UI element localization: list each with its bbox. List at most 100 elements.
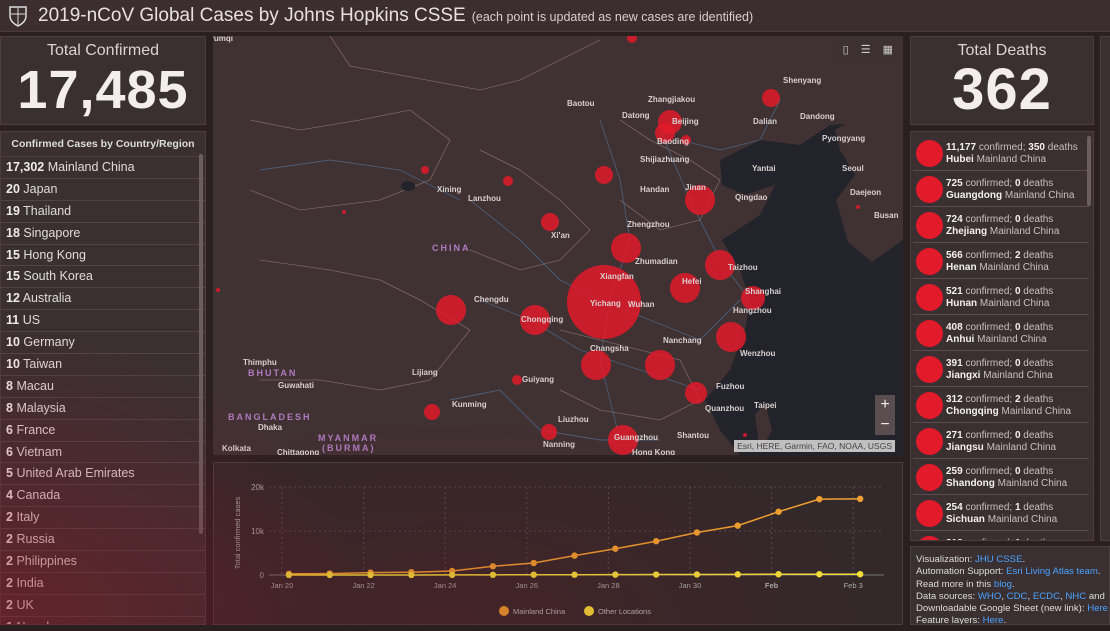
esri-link[interactable]: Esri Living Atlas team (1006, 566, 1098, 577)
country-list-item[interactable]: 15 South Korea (1, 266, 205, 289)
bookmark-icon[interactable]: ▯ (843, 43, 849, 56)
case-bubble[interactable] (627, 36, 637, 43)
deaths-list-item[interactable]: 259 confirmed; 0 deaths Shandong Mainland… (913, 459, 1089, 495)
data-point[interactable] (775, 508, 782, 515)
case-bubble[interactable] (856, 205, 860, 209)
deaths-list-item[interactable]: 254 confirmed; 1 deaths Sichuan Mainland … (913, 495, 1089, 531)
country-list-item[interactable]: 10 Taiwan (1, 354, 205, 376)
data-point[interactable] (816, 495, 823, 503)
city-label: Hangzhou (733, 306, 772, 315)
data-point[interactable] (734, 571, 741, 578)
case-bubble[interactable] (762, 89, 780, 107)
case-bubble[interactable] (743, 433, 747, 437)
who-link[interactable]: WHO (978, 591, 1001, 602)
deaths-list-item[interactable]: 724 confirmed; 0 deaths Zhejiang Mainland… (913, 207, 1089, 243)
data-point[interactable] (326, 571, 333, 579)
data-point[interactable] (489, 563, 497, 570)
country-list-item[interactable]: 15 Hong Kong (1, 245, 205, 267)
data-point[interactable] (856, 570, 864, 578)
cdc-link[interactable]: CDC (1007, 591, 1028, 602)
case-bubble[interactable] (216, 288, 220, 292)
country-list-item[interactable]: 4 Canada (1, 485, 205, 508)
deaths-list-item[interactable]: 11,177 confirmed; 350 deaths Hubei Mainla… (913, 135, 1089, 171)
feature-layers-link[interactable]: Here (983, 615, 1004, 624)
data-point[interactable] (652, 571, 660, 578)
case-bubble[interactable] (595, 166, 613, 184)
country-label: CHINA (432, 243, 471, 253)
data-point[interactable] (816, 570, 823, 578)
country-list-item[interactable]: 19 Thailand (1, 201, 205, 223)
country-list: 17,302 Mainland China 20 Japan 19 Thailand… (1, 157, 205, 624)
data-point[interactable] (285, 571, 293, 579)
deaths-list-item[interactable]: 408 confirmed; 0 deaths Anhui Mainland Ch… (913, 315, 1089, 351)
country-list-item[interactable]: 8 Malaysia (1, 398, 205, 420)
deaths-list-item[interactable]: 212 confirmed; 1 deaths (913, 531, 1089, 540)
country-list-item[interactable]: 1 Nepal (1, 617, 205, 624)
case-bubble[interactable] (503, 176, 513, 186)
country-list-item[interactable]: 10 Germany (1, 332, 205, 355)
map-view[interactable]: Urumqi Baotou Zhangjiakou Datong Beijing Baod… (213, 36, 903, 455)
legend-list-icon[interactable]: ☰ (861, 43, 871, 56)
data-point[interactable] (652, 538, 660, 545)
country-list-item[interactable]: 2 Russia (1, 529, 205, 552)
data-point[interactable] (693, 571, 701, 578)
case-bubble[interactable] (645, 350, 675, 380)
country-list-item[interactable]: 12 Australia (1, 288, 205, 311)
blog-link[interactable]: blog (994, 579, 1012, 590)
case-bubble[interactable] (342, 210, 346, 214)
case-bubble[interactable] (512, 375, 522, 385)
data-point[interactable] (693, 529, 701, 536)
country-list-item[interactable]: 8 Macau (1, 376, 205, 398)
case-bubble[interactable] (424, 404, 440, 420)
country-list-item[interactable]: 2 India (1, 573, 205, 595)
country-list-item[interactable]: 20 Japan (1, 179, 205, 201)
case-bubble[interactable] (541, 424, 557, 440)
zoom-in-button[interactable]: + (875, 395, 895, 415)
country-list-item[interactable]: 2 Philippines (1, 551, 205, 573)
case-bubble[interactable] (421, 166, 429, 174)
data-point[interactable] (489, 571, 497, 579)
data-point[interactable] (367, 571, 374, 579)
ecdc-link[interactable]: ECDC (1033, 591, 1060, 602)
data-point[interactable] (612, 571, 619, 578)
country-list-item[interactable]: 2 UK (1, 595, 205, 617)
country-list-item[interactable]: 6 France (1, 420, 205, 442)
case-bubble[interactable] (581, 350, 611, 380)
country-list-item[interactable]: 2 Italy (1, 507, 205, 530)
deaths-list-item[interactable]: 566 confirmed; 2 deaths Henan Mainland Ch… (913, 243, 1089, 279)
deaths-list-item[interactable]: 271 confirmed; 0 deaths Jiangsu Mainland … (913, 423, 1089, 459)
case-bubble[interactable] (716, 322, 746, 352)
case-bubble[interactable] (541, 213, 559, 231)
map-canvas[interactable]: Urumqi Baotou Zhangjiakou Datong Beijing Baod… (213, 36, 903, 455)
country-list-scrollbar[interactable] (199, 154, 203, 534)
deaths-list-item[interactable]: 725 confirmed; 0 deaths Guangdong Mainlan… (913, 171, 1089, 207)
basemap-gallery-icon[interactable]: ▦ (883, 43, 893, 56)
legend-label[interactable]: Other Locations (598, 607, 651, 616)
data-point[interactable] (530, 559, 537, 567)
data-point[interactable] (734, 522, 741, 529)
deaths-list-item[interactable]: 391 confirmed; 0 deaths Jiangxi Mainland … (913, 351, 1089, 387)
case-bubble[interactable] (436, 295, 466, 325)
deaths-list-scrollbar[interactable] (1087, 136, 1091, 206)
legend-label[interactable]: Mainland China (513, 607, 566, 616)
data-point[interactable] (448, 571, 456, 579)
deaths-list-item[interactable]: 521 confirmed; 0 deaths Hunan Mainland Ch… (913, 279, 1089, 315)
deaths-list-item[interactable]: 312 confirmed; 2 deaths Chongqing Mainlan… (913, 387, 1089, 423)
data-point[interactable] (571, 571, 578, 578)
country-list-item[interactable]: 5 United Arab Emirates (1, 463, 205, 486)
case-bubble[interactable] (685, 382, 707, 404)
country-list-item[interactable]: 17,302 Mainland China (1, 157, 205, 179)
data-point[interactable] (408, 571, 415, 579)
jhu-csse-link[interactable]: JHU CSSE (975, 554, 1022, 565)
data-point[interactable] (856, 495, 864, 503)
google-sheet-link[interactable]: Here (1087, 603, 1108, 614)
nhc-link[interactable]: NHC (1065, 591, 1086, 602)
data-point[interactable] (775, 571, 782, 578)
data-point[interactable] (612, 545, 619, 552)
country-list-item[interactable]: 11 US (1, 310, 205, 333)
zoom-out-button[interactable]: − (875, 415, 895, 435)
country-list-item[interactable]: 18 Singapore (1, 223, 205, 245)
data-point[interactable] (530, 571, 537, 578)
country-list-item[interactable]: 6 Vietnam (1, 442, 205, 464)
data-point[interactable] (571, 552, 578, 559)
